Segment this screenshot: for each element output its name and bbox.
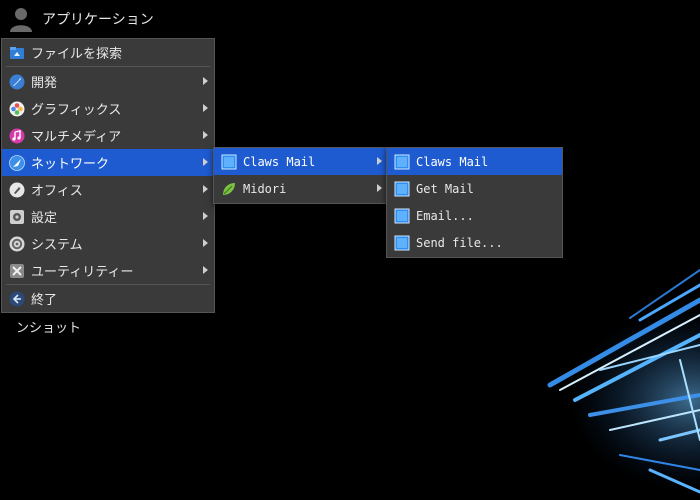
menu-item-label: ファイルを探索 — [31, 47, 123, 62]
graphics-icon — [9, 101, 25, 116]
menu-item-label: ネットワーク — [31, 157, 110, 172]
chevron-right-icon — [203, 239, 208, 247]
menu-item-email[interactable]: Email... — [387, 202, 562, 229]
claws-mail-icon — [394, 208, 410, 223]
settings-icon — [10, 209, 24, 224]
applications-menu-button[interactable]: アプリケーション — [8, 4, 154, 34]
menu-item-development[interactable]: 開発 — [2, 68, 214, 95]
network-icon — [9, 154, 25, 171]
applications-menu-label: アプリケーション — [42, 12, 154, 28]
menu-item-label: Claws Mail — [416, 154, 489, 169]
menu-item-midori[interactable]: Midori — [214, 175, 388, 202]
menu-item-system[interactable]: システム — [2, 230, 214, 257]
network-submenu: Claws Mail Midori — [213, 147, 389, 204]
chevron-right-icon — [203, 185, 208, 193]
multimedia-icon — [9, 128, 25, 143]
system-icon — [9, 236, 25, 251]
menu-item-get-mail[interactable]: Get Mail — [387, 175, 562, 202]
menu-item-multimedia[interactable]: マルチメディア — [2, 122, 214, 149]
applications-menu: ファイルを探索 開発 グラフィックス マルチメディア ネットワーク オフィス 設… — [1, 38, 215, 313]
menu-item-graphics[interactable]: グラフィックス — [2, 95, 214, 122]
menu-item-label: 設定 — [31, 211, 58, 226]
menu-item-label: Get Mail — [416, 181, 474, 196]
desktop-icon-label[interactable]: ンショット — [16, 317, 81, 336]
menu-item-label: Claws Mail — [243, 154, 316, 169]
claws-mail-icon — [394, 181, 410, 196]
menu-item-office[interactable]: オフィス — [2, 176, 214, 203]
menu-item-utilities[interactable]: ユーティリティー — [2, 257, 214, 284]
menu-item-label: オフィス — [31, 184, 83, 199]
menu-separator — [6, 66, 210, 67]
menu-item-send-file[interactable]: Send file... — [387, 229, 562, 256]
chevron-right-icon — [203, 104, 208, 112]
chevron-right-icon — [377, 184, 382, 192]
chevron-right-icon — [203, 131, 208, 139]
menu-item-label: Midori — [243, 181, 287, 196]
menu-item-label: Email... — [416, 208, 474, 223]
user-icon — [10, 8, 32, 32]
menu-item-file-explorer[interactable]: ファイルを探索 — [2, 39, 214, 66]
menu-item-label: マルチメディア — [31, 130, 122, 145]
utilities-icon — [10, 263, 24, 278]
claws-mail-icon — [394, 154, 410, 169]
menu-item-label: 開発 — [31, 76, 58, 91]
logout-icon — [9, 291, 25, 306]
development-icon — [9, 74, 25, 89]
menu-item-logout[interactable]: 終了 — [2, 285, 214, 312]
menu-item-network[interactable]: ネットワーク — [2, 149, 214, 176]
menu-item-label: グラフィックス — [31, 103, 122, 118]
desktop: アプリケーション ンショット ファイルを探索 開発 グラフィックス マルチメディ… — [0, 0, 700, 500]
menu-item-label: ユーティリティー — [31, 265, 134, 280]
chevron-right-icon — [203, 266, 208, 274]
top-panel: アプリケーション — [0, 0, 700, 38]
menu-item-label: システム — [31, 238, 83, 253]
menu-item-label: 終了 — [31, 293, 58, 308]
chevron-right-icon — [377, 157, 382, 165]
chevron-right-icon — [203, 77, 208, 85]
office-icon — [9, 182, 25, 197]
midori-icon — [223, 182, 235, 195]
claws-mail-icon — [394, 235, 410, 250]
menu-item-settings[interactable]: 設定 — [2, 203, 214, 230]
menu-item-label: Send file... — [416, 235, 503, 250]
chevron-right-icon — [203, 158, 208, 166]
chevron-right-icon — [203, 212, 208, 220]
menu-item-claws-mail[interactable]: Claws Mail — [214, 148, 388, 175]
menu-item-claws-mail-open[interactable]: Claws Mail — [387, 148, 562, 175]
folder-icon — [10, 46, 24, 59]
claws-mail-icon — [221, 154, 237, 169]
claws-mail-submenu: Claws Mail Get Mail Email... Send file..… — [386, 147, 563, 258]
